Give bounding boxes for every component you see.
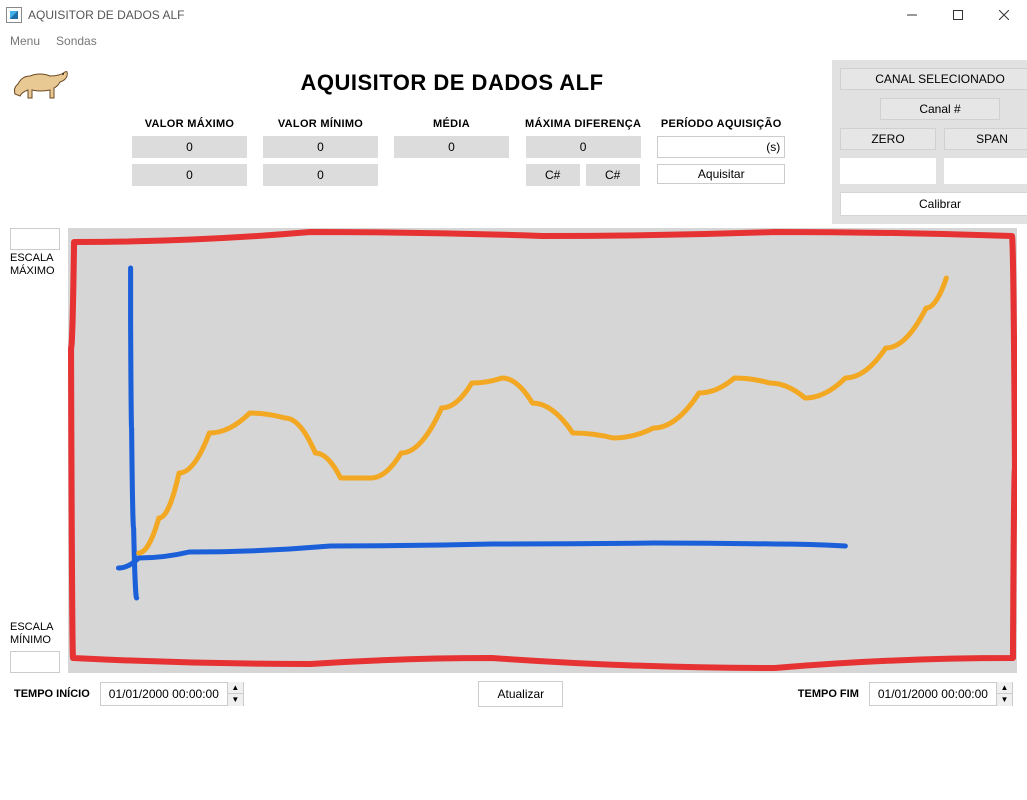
tempo-inicio: TEMPO INÍCIO 01/01/2000 00:00:00 ▲ ▼ — [14, 682, 244, 706]
tempo-fim-value: 01/01/2000 00:00:00 — [870, 687, 996, 701]
span-input[interactable] — [944, 158, 1027, 184]
series-red-outline — [71, 232, 1015, 668]
maxima-diferenca-c2: C# — [586, 164, 640, 186]
canal-button[interactable]: Canal # — [880, 98, 1000, 120]
escala-min-label: ESCALA MÍNIMO — [10, 621, 53, 647]
series-blue-vertical — [131, 268, 137, 598]
aquisitar-button[interactable]: Aquisitar — [657, 164, 785, 184]
menu-item-sondas[interactable]: Sondas — [56, 34, 97, 48]
tempo-fim-label: TEMPO FIM — [798, 688, 859, 700]
tempo-fim-up[interactable]: ▲ — [997, 682, 1012, 694]
maximize-button[interactable] — [935, 0, 981, 30]
canal-selecionado-button[interactable]: CANAL SELECIONADO — [840, 68, 1027, 90]
tempo-inicio-up[interactable]: ▲ — [228, 682, 243, 694]
label-periodo: PERÍODO AQUISIÇÃO — [661, 118, 782, 130]
periodo-input[interactable]: (s) — [657, 136, 785, 158]
series-orange-curve — [139, 278, 947, 553]
logo — [10, 60, 72, 107]
close-button[interactable] — [981, 0, 1027, 30]
escala-max-label: ESCALA MÁXIMO — [10, 252, 55, 278]
tempo-fim-spinner: ▲ ▼ — [996, 682, 1012, 706]
titlebar-left: AQUISITOR DE DADOS ALF — [6, 7, 184, 23]
calibration-panel: CANAL SELECIONADO Canal # ZERO SPAN Cali… — [832, 60, 1027, 224]
label-media: MÉDIA — [433, 118, 470, 130]
tempo-fim-input[interactable]: 01/01/2000 00:00:00 ▲ ▼ — [869, 682, 1013, 706]
tempo-inicio-spinner: ▲ ▼ — [227, 682, 243, 706]
value-valor-minimo-1: 0 — [263, 136, 378, 158]
window-title: AQUISITOR DE DADOS ALF — [28, 8, 184, 22]
minimize-button[interactable] — [889, 0, 935, 30]
tempo-fim-down[interactable]: ▼ — [997, 694, 1012, 706]
label-valor-maximo: VALOR MÁXIMO — [145, 118, 235, 130]
label-valor-minimo: VALOR MÍNIMO — [278, 118, 363, 130]
calibrar-button[interactable]: Calibrar — [840, 192, 1027, 216]
menu-item-menu[interactable]: Menu — [10, 34, 40, 48]
atualizar-button[interactable]: Atualizar — [478, 681, 563, 707]
tempo-inicio-label: TEMPO INÍCIO — [14, 688, 90, 700]
value-valor-maximo-2: 0 — [132, 164, 247, 186]
value-maxima-diferenca: 0 — [526, 136, 641, 158]
series-blue-horizontal — [118, 543, 845, 568]
menubar: Menu Sondas — [0, 30, 1027, 52]
value-valor-minimo-2: 0 — [263, 164, 378, 186]
escala-max-input[interactable] — [10, 228, 60, 250]
span-button[interactable]: SPAN — [944, 128, 1027, 150]
tempo-inicio-value: 01/01/2000 00:00:00 — [101, 687, 227, 701]
titlebar: AQUISITOR DE DADOS ALF — [0, 0, 1027, 30]
periodo-unit: (s) — [766, 140, 780, 154]
tempo-inicio-input[interactable]: 01/01/2000 00:00:00 ▲ ▼ — [100, 682, 244, 706]
page-title: AQUISITOR DE DADOS ALF — [72, 70, 832, 96]
tempo-inicio-down[interactable]: ▼ — [228, 694, 243, 706]
zero-input[interactable] — [840, 158, 936, 184]
value-valor-maximo-1: 0 — [132, 136, 247, 158]
label-maxima-diferenca: MÁXIMA DIFERENÇA — [525, 118, 641, 130]
app-icon — [6, 7, 22, 23]
zero-button[interactable]: ZERO — [840, 128, 936, 150]
stat-periodo-aquisicao: PERÍODO AQUISIÇÃO (s) Aquisitar — [657, 118, 785, 186]
chart-area — [68, 228, 1017, 673]
tempo-fim: TEMPO FIM 01/01/2000 00:00:00 ▲ ▼ — [798, 682, 1013, 706]
stat-maxima-diferenca: MÁXIMA DIFERENÇA 0 C# C# — [525, 118, 641, 186]
escala-min-input[interactable] — [10, 651, 60, 673]
stat-media: MÉDIA 0 — [394, 118, 509, 186]
window-buttons — [889, 0, 1027, 30]
chart-svg — [68, 228, 1017, 673]
value-media: 0 — [394, 136, 509, 158]
left-scale-column: ESCALA MÁXIMO ESCALA MÍNIMO — [10, 228, 68, 673]
stat-valor-maximo: VALOR MÁXIMO 0 0 — [132, 118, 247, 186]
stat-valor-minimo: VALOR MÍNIMO 0 0 — [263, 118, 378, 186]
dog-icon — [10, 62, 72, 104]
maxima-diferenca-c1: C# — [526, 164, 580, 186]
